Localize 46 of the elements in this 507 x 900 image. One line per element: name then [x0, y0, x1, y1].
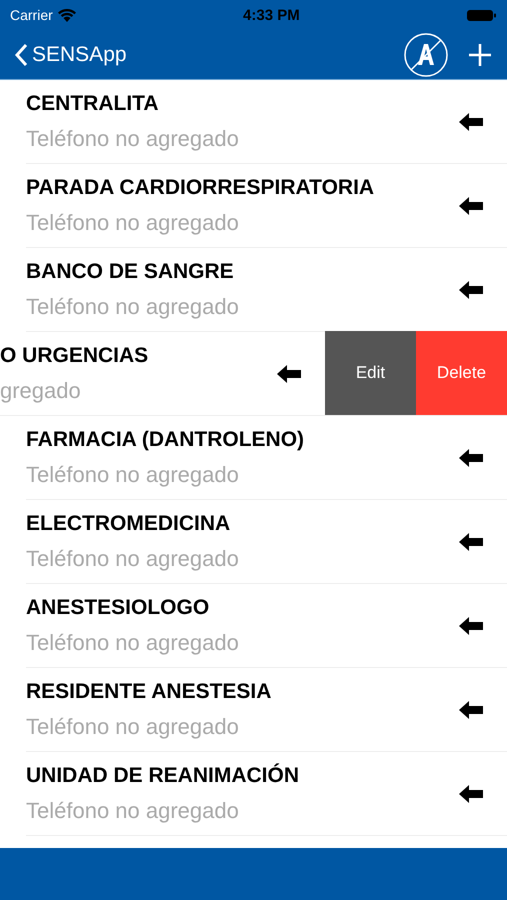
phone-status: Teléfono no agregado	[26, 630, 240, 656]
left-arrow-icon	[459, 784, 483, 802]
contact-row[interactable]: ELECTROMEDICINA Teléfono no agregado	[26, 500, 507, 583]
contact-name: O URGENCIAS	[0, 344, 150, 368]
phone-status: Teléfono no agregado	[26, 294, 240, 320]
left-arrow-icon	[459, 448, 483, 466]
contact-row[interactable]: RESIDENTE ANESTESIA Teléfono no agregado	[26, 668, 507, 751]
left-arrow-icon	[459, 196, 483, 214]
contact-name: UNIDAD DE REANIMACIÓN	[26, 764, 300, 788]
phone-status: Teléfono no agregado	[26, 714, 240, 740]
left-arrow-icon	[459, 700, 483, 718]
wifi-icon	[58, 8, 76, 22]
delete-button[interactable]: Delete	[416, 331, 507, 415]
left-arrow-icon	[459, 112, 483, 130]
phone-status: gregado	[0, 378, 82, 404]
contact-name: PARADA CARDIORRESPIRATORIA	[26, 176, 376, 200]
edit-button[interactable]: Edit	[325, 331, 416, 415]
left-arrow-icon	[459, 532, 483, 550]
contact-row[interactable]: O URGENCIAS gregado	[0, 332, 325, 415]
contact-name: CENTRALITA	[26, 92, 160, 116]
left-arrow-icon	[459, 616, 483, 634]
contact-name: ANESTESIOLOGO	[26, 596, 210, 620]
contact-name: BANCO DE SANGRE	[26, 260, 235, 284]
battery-icon	[466, 8, 497, 22]
contact-row[interactable]: BANCO DE SANGRE Teléfono no agregado	[26, 248, 507, 331]
contact-row[interactable]: CENTRALITA Teléfono no agregado	[26, 80, 507, 163]
left-arrow-icon	[459, 280, 483, 298]
phone-status: Teléfono no agregado	[26, 798, 240, 824]
contact-name: RESIDENTE ANESTESIA	[26, 680, 272, 704]
phone-status: Teléfono no agregado	[26, 462, 240, 488]
phone-status: Teléfono no agregado	[26, 210, 240, 236]
contact-row[interactable]: FARMACIA (DANTROLENO) Teléfono no agregado	[26, 416, 507, 499]
crossed-a-icon[interactable]	[403, 32, 449, 78]
back-button[interactable]: SENSApp	[14, 42, 127, 66]
add-icon[interactable]	[467, 42, 493, 68]
phone-status: Teléfono no agregado	[26, 126, 240, 152]
phone-status: Teléfono no agregado	[26, 546, 240, 572]
carrier-label: Carrier	[10, 7, 53, 23]
contact-row[interactable]: ANESTESIOLOGO Teléfono no agregado	[26, 584, 507, 667]
back-chevron-icon	[14, 42, 28, 66]
contact-row[interactable]: UNIDAD DE REANIMACIÓN Teléfono no agregado	[26, 752, 507, 835]
contact-name: ELECTROMEDICINA	[26, 512, 232, 536]
clock: 4:33 PM	[243, 6, 300, 24]
contact-name: FARMACIA (DANTROLENO)	[26, 428, 306, 452]
contact-row[interactable]: PARADA CARDIORRESPIRATORIA Teléfono no agregado	[26, 164, 507, 247]
left-arrow-icon	[277, 364, 301, 382]
